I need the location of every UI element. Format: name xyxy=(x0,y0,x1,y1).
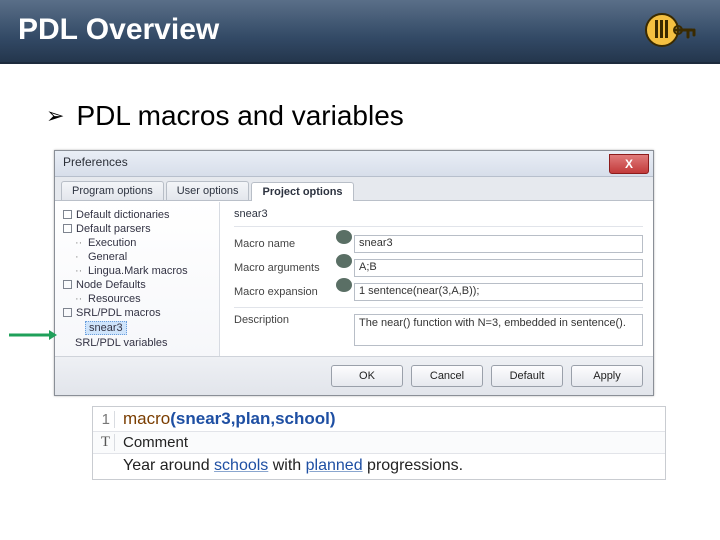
comment-label: Comment xyxy=(123,434,188,451)
dialog-header: Preferences X xyxy=(55,151,653,177)
bullet-row: ➢ PDL macros and variables xyxy=(0,64,720,150)
slide-title-bar: PDL Overview xyxy=(0,0,720,64)
editor-comment-row[interactable]: T Comment xyxy=(93,431,665,453)
tree-branch-icon: ·· xyxy=(75,265,84,277)
tree-item[interactable]: ··Lingua.Mark macros xyxy=(61,264,215,278)
ok-button[interactable]: OK xyxy=(331,365,403,387)
tree-item[interactable]: ·General xyxy=(61,250,215,264)
tree-branch-icon: ·· xyxy=(75,237,84,249)
description-input[interactable]: The near() function with N=3, embedded i… xyxy=(354,314,643,346)
tree-item[interactable]: SRL/PDL macros xyxy=(61,306,215,320)
dialog-title: Preferences xyxy=(63,155,128,169)
preferences-dialog: Preferences X Program options User optio… xyxy=(54,150,654,396)
cancel-button[interactable]: Cancel xyxy=(411,365,483,387)
matched-term: schools xyxy=(214,457,268,474)
tab-user-options[interactable]: User options xyxy=(166,181,250,200)
field-label: Description xyxy=(234,314,354,346)
matched-term: planned xyxy=(306,457,363,474)
tab-project-options[interactable]: Project options xyxy=(251,182,353,201)
text-fragment: progressions. xyxy=(363,457,464,474)
tree-item-selected[interactable]: snear3 xyxy=(61,320,215,336)
tree-expand-icon[interactable] xyxy=(63,280,72,289)
tree-item[interactable]: SRL/PDL variables xyxy=(61,336,215,350)
editor-line[interactable]: 1 macro(snear3,plan,school) xyxy=(93,407,665,431)
tree-item[interactable]: ··Resources xyxy=(61,292,215,306)
apply-button[interactable]: Apply xyxy=(571,365,643,387)
bullet-text: PDL macros and variables xyxy=(76,100,403,132)
tree-item[interactable]: Default parsers xyxy=(61,222,215,236)
macro-expansion-input[interactable]: 1 sentence(near(3,A,B)); xyxy=(354,283,643,301)
dialog-button-bar: OK Cancel Default Apply xyxy=(55,356,653,395)
slide-title: PDL Overview xyxy=(18,13,219,47)
form-row: Macro name snear3 xyxy=(234,235,643,253)
form-row: Macro arguments A;B xyxy=(234,259,643,277)
tree-expand-icon[interactable] xyxy=(63,224,72,233)
options-tree[interactable]: Default dictionaries Default parsers ··E… xyxy=(55,202,220,356)
logo-icon xyxy=(632,8,702,52)
callout-arrow-icon xyxy=(9,330,57,340)
breadcrumb: snear3 xyxy=(234,208,643,227)
tree-expand-icon[interactable] xyxy=(63,210,72,219)
macro-arguments-input[interactable]: A;B xyxy=(354,259,643,277)
macro-name-input[interactable]: snear3 xyxy=(354,235,643,253)
comment-marker-icon: T xyxy=(97,434,115,451)
annotation-dot-icon xyxy=(336,230,352,244)
line-number: 1 xyxy=(97,411,115,428)
annotation-dot-icon xyxy=(336,254,352,268)
code-editor: 1 macro(snear3,plan,school) T Comment Ye… xyxy=(92,406,666,480)
token-keyword: macro xyxy=(123,409,170,429)
text-fragment: Year around xyxy=(123,457,214,474)
form-row: Description The near() function with N=3… xyxy=(234,314,643,346)
bullet-arrow-icon: ➢ xyxy=(46,103,64,129)
divider xyxy=(234,307,643,308)
tree-expand-icon[interactable] xyxy=(63,308,72,317)
close-button[interactable]: X xyxy=(609,154,649,174)
tree-item[interactable]: Node Defaults xyxy=(61,278,215,292)
annotation-dot-icon xyxy=(336,278,352,292)
tree-item[interactable]: Default dictionaries xyxy=(61,208,215,222)
token-args: (snear3,plan,school) xyxy=(170,409,335,429)
tree-branch-icon: ·· xyxy=(75,293,84,305)
close-icon: X xyxy=(625,157,633,171)
tree-item[interactable]: ··Execution xyxy=(61,236,215,250)
form-row: Macro expansion 1 sentence(near(3,A,B)); xyxy=(234,283,643,301)
default-button[interactable]: Default xyxy=(491,365,563,387)
text-fragment: with xyxy=(268,457,305,474)
tree-branch-icon: · xyxy=(75,251,84,263)
tab-program-options[interactable]: Program options xyxy=(61,181,164,200)
form-panel: snear3 Macro name snear3 Macro arguments… xyxy=(220,202,653,356)
tab-strip: Program options User options Project opt… xyxy=(55,177,653,201)
editor-sentence[interactable]: Year around schools with planned progres… xyxy=(93,453,665,479)
